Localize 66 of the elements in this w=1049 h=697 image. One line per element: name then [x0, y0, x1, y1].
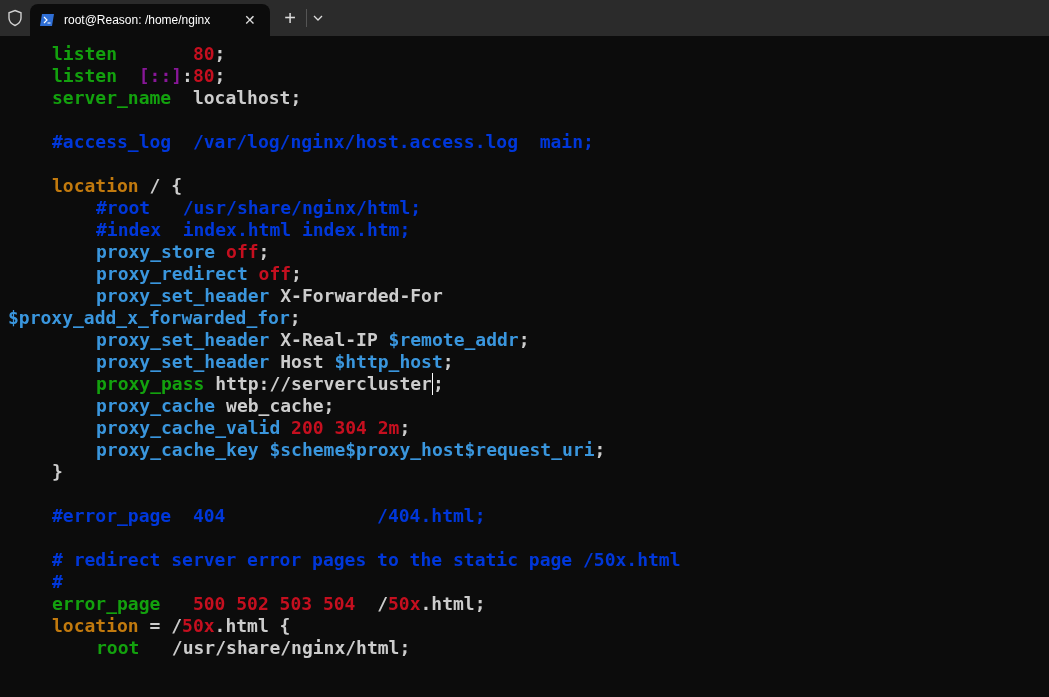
code-text: / — [376, 593, 388, 615]
block-keyword: location — [52, 175, 139, 197]
new-tab-button[interactable]: + — [280, 8, 300, 28]
variable-token: $http_host — [334, 351, 443, 373]
directive-keyword: proxy_pass — [96, 373, 206, 395]
directive-keyword: root — [96, 637, 141, 659]
value-token: 80 — [192, 65, 215, 87]
comment-text: #error_page 404 /404.html; — [52, 505, 486, 527]
code-text: X-Real-IP — [280, 329, 379, 351]
proxy-directive: proxy_set_header — [96, 285, 271, 307]
proxy-directive: proxy_cache_valid — [96, 417, 282, 439]
directive-keyword: listen — [52, 43, 119, 65]
terminal-icon — [40, 14, 54, 26]
code-text: ; — [399, 417, 411, 439]
variable-token: $scheme$proxy_host$request_uri — [269, 439, 595, 461]
dropdown-caret-icon[interactable] — [313, 15, 323, 21]
comment-text: # redirect server error pages to the static page /50x.html — [52, 549, 681, 571]
directive-keyword: server_name — [52, 87, 173, 109]
address-token: [::] — [138, 65, 183, 87]
comment-text: #root /usr/share/nginx/html; — [96, 197, 422, 219]
code-text: ; — [291, 263, 302, 285]
code-text: localhost; — [192, 87, 302, 109]
code-text: ; — [518, 329, 530, 351]
proxy-directive: proxy_set_header — [96, 329, 271, 351]
code-text: ; — [258, 241, 270, 263]
proxy-directive: proxy_cache_key — [96, 439, 260, 461]
code-text: ; — [432, 373, 444, 395]
close-button[interactable]: ✕ — [240, 9, 260, 31]
code-text: ; — [214, 43, 226, 65]
tab-title: root@Reason: /home/nginx — [64, 12, 212, 29]
variable-token: $remote_addr — [388, 329, 519, 351]
code-text: Host — [280, 351, 325, 373]
proxy-directive: proxy_cache — [96, 395, 217, 417]
code-text: ; — [594, 439, 606, 461]
value-token: 50x — [387, 593, 421, 615]
value-token: off — [258, 263, 292, 285]
shield-icon[interactable] — [7, 9, 23, 27]
code-text: : — [182, 65, 193, 87]
code-text: ; — [289, 307, 301, 329]
code-text: / { — [148, 175, 183, 197]
value-token: 80 — [192, 43, 215, 65]
directive-keyword: error_page — [52, 593, 162, 615]
code-text: X-Forwarded-For — [280, 285, 443, 307]
proxy-directive: proxy_redirect — [96, 263, 249, 285]
proxy-directive: proxy_set_header — [96, 351, 271, 373]
code-text: ; — [214, 65, 226, 87]
code-text: = / — [148, 615, 183, 637]
code-text: } — [52, 461, 63, 483]
code-text: web_cache; — [226, 395, 335, 417]
value-token: off — [226, 241, 259, 263]
code-text: .html; — [420, 593, 486, 615]
comment-text: # — [52, 571, 63, 593]
value-token: 200 304 2m — [291, 417, 400, 439]
block-keyword: location — [52, 615, 139, 637]
comment-text: #access_log /var/log/nginx/host.access.log main; — [52, 131, 594, 153]
proxy-directive: proxy_store — [96, 241, 217, 263]
code-text: .html { — [214, 615, 291, 637]
terminal-tab[interactable]: root@Reason: /home/nginx ✕ — [30, 4, 270, 36]
variable-token: $proxy_add_x_forwarded_for — [8, 307, 290, 329]
value-token: 50x — [182, 615, 215, 637]
code-text: ; — [442, 351, 454, 373]
comment-text: #index index.html index.htm; — [96, 219, 411, 241]
directive-keyword: listen — [52, 65, 119, 87]
code-text: /usr/share/nginx/html; — [171, 637, 411, 659]
value-token: 500 502 503 504 — [192, 593, 356, 615]
code-text: http://servercluster — [215, 373, 433, 395]
